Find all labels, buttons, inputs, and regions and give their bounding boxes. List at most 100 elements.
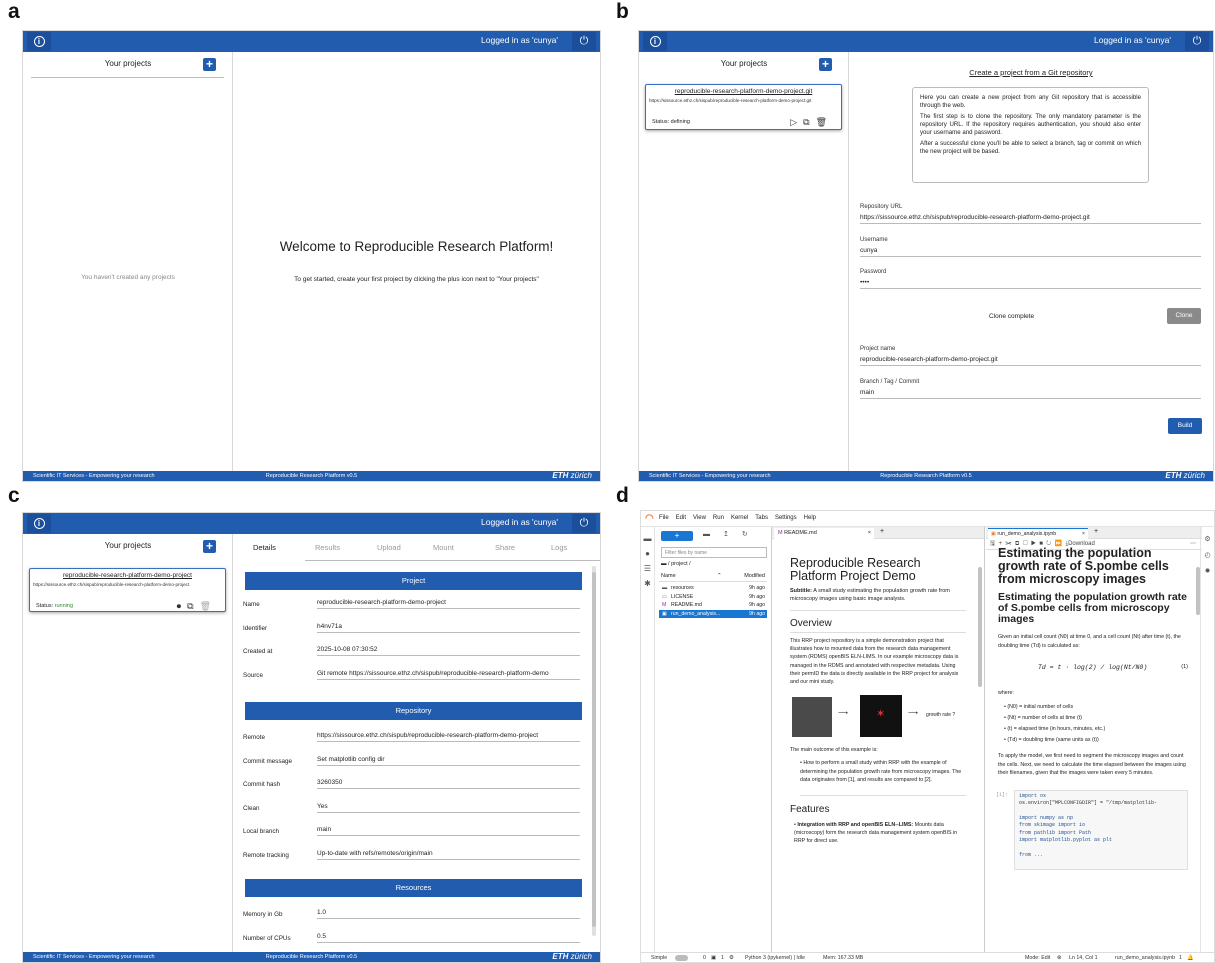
menu-settings[interactable]: Settings: [775, 515, 797, 521]
panel-c-window: i Logged in as 'cunya' ⏻ Your projects +…: [22, 512, 601, 963]
file-row[interactable]: ▭ LICENSE 9h ago: [659, 593, 767, 602]
logout-button[interactable]: ⏻: [572, 32, 596, 51]
folder-icon[interactable]: ▬: [641, 534, 654, 543]
name-column-header[interactable]: Name: [661, 573, 676, 579]
footer: Scientific IT Services - Empowering your…: [23, 471, 600, 481]
menu-tabs[interactable]: Tabs: [755, 515, 768, 521]
detail-key: Local branch: [243, 828, 280, 835]
kernel-status[interactable]: Python 3 (ipykernel) | Idle: [745, 953, 805, 962]
project-card[interactable]: reproducible-research-platform-demo-proj…: [29, 568, 226, 612]
menu-help[interactable]: Help: [804, 515, 816, 521]
menu-edit[interactable]: Edit: [676, 515, 686, 521]
detail-value: 3260350: [317, 779, 580, 789]
logout-button[interactable]: ⏻: [572, 514, 596, 533]
project-card-title[interactable]: reproducible-research-platform-demo-proj…: [646, 88, 841, 95]
help-text-1: Here you can create a new project from a…: [920, 94, 1141, 109]
repo-url-input[interactable]: https://sissource.ethz.ch/sispub/reprodu…: [860, 214, 1201, 224]
open-external-icon[interactable]: ⧉: [187, 601, 199, 611]
modified-column-header[interactable]: Modified: [744, 573, 765, 579]
add-project-button[interactable]: +: [203, 540, 216, 553]
more-icon[interactable]: ⋯: [1190, 539, 1196, 550]
create-from-git-heading: Create a project from a Git repository: [969, 68, 1093, 77]
branch-input[interactable]: main: [860, 389, 1201, 399]
project-card-title[interactable]: reproducible-research-platform-demo-proj…: [30, 572, 225, 579]
formula: Td = t · log(2) / log(Nt/N0): [1038, 664, 1148, 671]
breadcrumb[interactable]: ▬ / project /: [661, 561, 691, 567]
tab-mount[interactable]: Mount: [433, 543, 454, 552]
filter-input[interactable]: Filter files by name: [661, 547, 767, 558]
scrollbar[interactable]: [978, 567, 982, 687]
logout-button[interactable]: ⏻: [1185, 32, 1209, 51]
mode-indicator: Mode: Edit: [1025, 955, 1051, 961]
new-tab-icon[interactable]: +: [1094, 528, 1098, 535]
power-icon: ⏻: [579, 517, 589, 529]
tab-results[interactable]: Results: [315, 543, 340, 552]
info-button[interactable]: i: [643, 32, 667, 51]
tab-share[interactable]: Share: [495, 543, 515, 552]
new-folder-icon[interactable]: ▬: [703, 531, 723, 538]
running-icon[interactable]: ●: [641, 549, 654, 558]
notebook-pane: ▣ run_demo_analysis.ipynb × + 🖫 + ✂ ⧉ ▢ ▶…: [986, 527, 1202, 952]
code-cell[interactable]: [1]: import os os.environ["MPLCONFIGDIR"]…: [996, 789, 1188, 870]
top-bar: i Logged in as 'cunya' ⏻: [23, 513, 600, 534]
menu-view[interactable]: View: [693, 515, 706, 521]
file-row[interactable]: ▬ resources 9h ago: [659, 584, 767, 593]
toc-icon[interactable]: ☰: [641, 564, 654, 573]
file-row[interactable]: ▣ run_demo_analysis... 9h ago: [659, 609, 767, 618]
panel-label-a: a: [8, 0, 20, 23]
info-icon: i: [33, 36, 45, 47]
menu-run[interactable]: Run: [713, 515, 724, 521]
menu-kernel[interactable]: Kernel: [731, 515, 748, 521]
settings-icon[interactable]: ✹: [1201, 567, 1214, 575]
play-icon[interactable]: ▷: [790, 117, 803, 127]
simple-mode-toggle[interactable]: [675, 955, 688, 961]
simple-mode-label: Simple: [651, 955, 668, 961]
save-icon[interactable]: 🖫: [990, 541, 995, 547]
username-input[interactable]: cunya: [860, 247, 1201, 257]
readme-content: Reproducible Research Platform Project D…: [790, 557, 966, 846]
readme-tab[interactable]: M README.md ×: [774, 528, 874, 539]
file-row[interactable]: M README.md 9h ago: [659, 601, 767, 610]
code-line: import matplotlib.pyplot as plt: [1019, 836, 1113, 843]
delete-icon[interactable]: 🗑: [816, 117, 833, 127]
tab-logs[interactable]: Logs: [551, 543, 567, 552]
property-inspector-icon[interactable]: ⚙: [1201, 535, 1214, 543]
clone-button[interactable]: Clone: [1167, 308, 1201, 324]
new-tab-icon[interactable]: +: [880, 528, 884, 535]
add-project-button[interactable]: +: [203, 58, 216, 71]
close-tab-icon[interactable]: ×: [868, 528, 871, 539]
scrollbar[interactable]: [592, 566, 596, 936]
username-label: Username: [860, 237, 888, 243]
bell-icon[interactable]: 🔔: [1187, 953, 1194, 962]
cursor-position[interactable]: Ln 14, Col 1: [1069, 953, 1098, 962]
footer: Scientific IT Services - Empowering your…: [639, 471, 1213, 481]
add-project-button[interactable]: +: [819, 58, 832, 71]
tab-details[interactable]: Details: [253, 543, 276, 552]
new-launcher-button[interactable]: +: [661, 531, 693, 541]
sort-icon[interactable]: ⌃: [717, 573, 722, 579]
notebook-icon: ▣: [662, 610, 667, 617]
notebook-tab[interactable]: ▣ run_demo_analysis.ipynb ×: [988, 528, 1088, 539]
terminal-icon[interactable]: ▣: [711, 953, 716, 962]
refresh-icon[interactable]: ↻: [742, 531, 761, 538]
features-heading: Features: [790, 803, 830, 815]
welcome-hint: To get started, create your first projec…: [294, 276, 539, 283]
debugger-icon[interactable]: ◴: [1201, 551, 1214, 559]
open-external-icon[interactable]: ⧉: [803, 117, 815, 127]
extension-icon[interactable]: ✱: [641, 579, 654, 588]
info-button[interactable]: i: [27, 32, 51, 51]
welcome-heading: Welcome to Reproducible Research Platfor…: [279, 239, 554, 254]
build-button[interactable]: Build: [1168, 418, 1202, 434]
project-name-input[interactable]: reproducible-research-platform-demo-proj…: [860, 356, 1201, 366]
kernel-icon[interactable]: ⚙: [729, 953, 734, 962]
file-modified: 9h ago: [749, 593, 765, 600]
info-button[interactable]: i: [27, 514, 51, 533]
password-input[interactable]: ••••: [860, 279, 1201, 289]
project-card[interactable]: reproducible-research-platform-demo-proj…: [645, 84, 842, 130]
stop-icon[interactable]: ⏺: [177, 601, 188, 611]
your-projects-title: Your projects: [104, 541, 152, 550]
upload-icon[interactable]: ↥: [723, 531, 742, 538]
menu-file[interactable]: File: [659, 515, 669, 521]
tab-upload[interactable]: Upload: [377, 543, 401, 552]
